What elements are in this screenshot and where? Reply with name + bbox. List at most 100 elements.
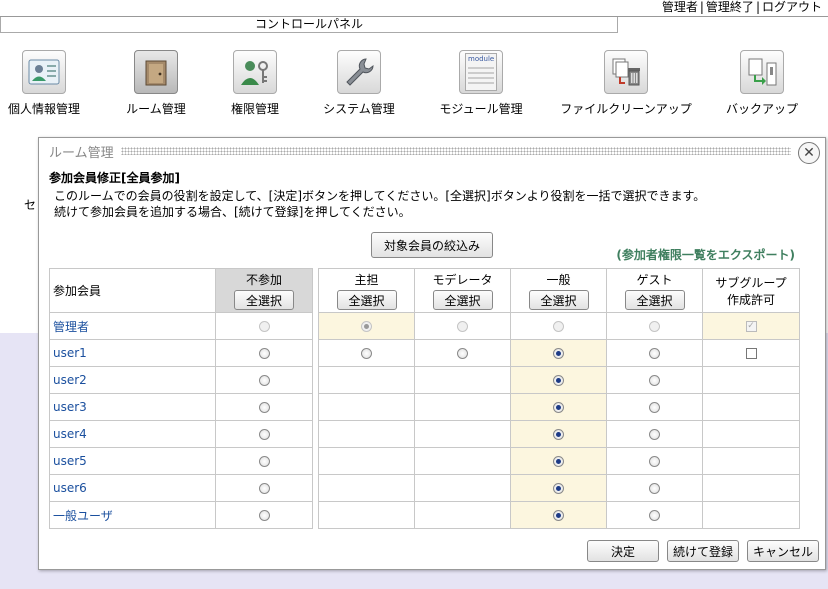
- member-name: user5: [49, 447, 216, 475]
- moderator-cell: [414, 420, 511, 448]
- backup-icon: [740, 50, 784, 94]
- radio-guest[interactable]: [649, 510, 660, 521]
- column-header-guest: ゲスト 全選択: [606, 268, 703, 313]
- tool-permission-management[interactable]: 権限管理: [222, 50, 288, 117]
- column-label: サブグループ: [715, 275, 787, 290]
- select-all-moderator-button[interactable]: 全選択: [432, 290, 493, 310]
- top-links: 管理者 | 管理終了 | ログアウト: [660, 0, 824, 16]
- table-row: user6: [49, 474, 800, 502]
- general-cell: [510, 474, 607, 502]
- radio-general[interactable]: [553, 429, 564, 440]
- radio-guest[interactable]: [649, 348, 660, 359]
- radio-nonparticipant[interactable]: [258, 348, 270, 359]
- select-all-chief-button[interactable]: 全選択: [336, 290, 397, 310]
- table-row: user1: [49, 339, 800, 367]
- radio-chief: [361, 321, 372, 332]
- admin-link[interactable]: 管理者: [660, 0, 700, 16]
- select-all-general-button[interactable]: 全選択: [528, 290, 589, 310]
- filter-members-button[interactable]: 対象会員の絞込み: [371, 232, 493, 258]
- radio-general[interactable]: [553, 375, 564, 386]
- admin-toolbar: 個人情報管理 ルーム管理 権限管理 システム管理 module モジュール管理 …: [0, 50, 828, 120]
- control-panel-title: コントロールパネル: [0, 17, 618, 33]
- radio-general[interactable]: [553, 402, 564, 413]
- drag-handle[interactable]: [121, 147, 791, 155]
- cancel-button[interactable]: キャンセル: [747, 540, 819, 562]
- radio-nonparticipant[interactable]: [258, 456, 270, 467]
- tool-system-management[interactable]: システム管理: [316, 50, 402, 117]
- radio-nonparticipant[interactable]: [258, 429, 270, 440]
- user-key-icon: [233, 50, 277, 94]
- end-admin-link[interactable]: 管理終了: [704, 0, 756, 16]
- subgroup-cell: [702, 474, 800, 502]
- guest-cell: [606, 393, 703, 421]
- radio-guest[interactable]: [649, 375, 660, 386]
- subgroup-cell: [702, 420, 800, 448]
- radio-nonparticipant: [258, 321, 270, 332]
- nonparticipant-cell: [215, 420, 313, 448]
- subgroup-checkbox[interactable]: [745, 348, 757, 359]
- radio-guest[interactable]: [649, 429, 660, 440]
- radio-general[interactable]: [553, 483, 564, 494]
- dialog-footer: 決定 続けて登録 キャンセル: [587, 540, 819, 562]
- tool-personal-info[interactable]: 個人情報管理: [2, 50, 86, 117]
- continue-register-button[interactable]: 続けて登録: [667, 540, 739, 562]
- wrench-icon: [337, 50, 381, 94]
- table-row: user2: [49, 366, 800, 394]
- ok-button[interactable]: 決定: [587, 540, 659, 562]
- radio-moderator[interactable]: [457, 348, 468, 359]
- radio-guest[interactable]: [649, 483, 660, 494]
- moderator-cell: [414, 474, 511, 502]
- tool-backup[interactable]: バックアップ: [722, 50, 802, 117]
- nonparticipant-cell: [215, 393, 313, 421]
- radio-general[interactable]: [553, 456, 564, 467]
- radio-chief[interactable]: [361, 348, 372, 359]
- moderator-cell: [414, 501, 511, 529]
- close-icon[interactable]: ✕: [798, 142, 820, 164]
- radio-general[interactable]: [553, 348, 564, 359]
- description-line: 続けて参加会員を追加する場合、[続けて登録]を押してください。: [54, 205, 411, 219]
- tool-module-management[interactable]: module モジュール管理: [434, 50, 528, 117]
- select-all-nonparticipant-button[interactable]: 全選択: [234, 290, 294, 310]
- dialog-subtitle: 参加会員修正[全員参加]: [49, 171, 180, 185]
- general-cell: [510, 501, 607, 529]
- column-label: 主担: [354, 273, 379, 287]
- tool-room-management[interactable]: ルーム管理: [116, 50, 196, 117]
- radio-guest[interactable]: [649, 456, 660, 467]
- member-name: user1: [49, 339, 216, 367]
- radio-guest: [649, 321, 660, 332]
- radio-nonparticipant[interactable]: [258, 510, 270, 521]
- description-line: このルームでの会員の役割を設定して、[決定]ボタンを押してください。[全選択]ボ…: [54, 189, 706, 203]
- subgroup-cell: [702, 366, 800, 394]
- module-icon: module: [459, 50, 503, 94]
- column-label: モデレータ: [432, 273, 493, 287]
- member-edit-dialog: ルーム管理 ✕ 参加会員修正[全員参加] このルームでの会員の役割を設定して、[…: [38, 137, 826, 570]
- guest-cell: [606, 447, 703, 475]
- radio-general[interactable]: [553, 510, 564, 521]
- chief-cell: [318, 393, 415, 421]
- member-column-header: 参加会員: [49, 268, 216, 313]
- column-header-moderator: モデレータ 全選択: [414, 268, 511, 313]
- table-row: user4: [49, 420, 800, 448]
- radio-guest[interactable]: [649, 402, 660, 413]
- file-trash-icon: [604, 50, 648, 94]
- tool-file-cleanup[interactable]: ファイルクリーンアップ: [560, 50, 692, 117]
- export-permissions-link[interactable]: (参加者権限一覧をエクスポート): [616, 246, 795, 263]
- radio-nonparticipant[interactable]: [258, 375, 270, 386]
- guest-cell: [606, 474, 703, 502]
- moderator-cell: [414, 393, 511, 421]
- subgroup-checkbox: ✓: [745, 321, 757, 332]
- radio-nonparticipant[interactable]: [258, 402, 270, 413]
- user-card-icon: [22, 50, 66, 94]
- radio-nonparticipant[interactable]: [258, 483, 270, 494]
- module-doc: module: [465, 53, 497, 91]
- member-name: user6: [49, 474, 216, 502]
- chief-cell: [318, 501, 415, 529]
- guest-cell: [606, 501, 703, 529]
- dialog-header[interactable]: ルーム管理 ✕: [39, 138, 825, 164]
- tool-label: システム管理: [323, 102, 395, 116]
- nonparticipant-cell: [215, 447, 313, 475]
- select-all-guest-button[interactable]: 全選択: [624, 290, 685, 310]
- table-row: 一般ユーザ: [49, 501, 800, 529]
- radio-general: [553, 321, 564, 332]
- logout-link[interactable]: ログアウト: [760, 0, 824, 16]
